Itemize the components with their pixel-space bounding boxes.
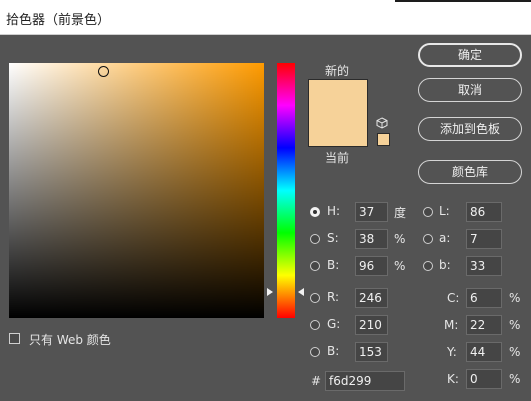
radio-s[interactable] [310, 234, 320, 244]
add-to-swatches-button[interactable]: 添加到色板 [418, 117, 522, 141]
h-unit: 度 [394, 206, 407, 220]
c-unit: % [509, 291, 521, 305]
blue-label: B: [327, 344, 340, 358]
hue-slider[interactable] [277, 63, 295, 318]
radio-blue[interactable] [310, 347, 320, 357]
y-field[interactable]: 44 [466, 342, 502, 362]
title-bar: 拾色器（前景色） [0, 0, 531, 35]
l-label: L: [439, 204, 450, 218]
y-label: Y: [447, 345, 457, 359]
web-safe-swatch[interactable] [377, 133, 390, 146]
cancel-button[interactable]: 取消 [418, 78, 522, 102]
c-field[interactable]: 6 [466, 288, 502, 308]
brightness-field[interactable]: 96 [355, 256, 388, 276]
new-color-label: 新的 [325, 64, 350, 78]
g-label: G: [327, 317, 341, 331]
r-field[interactable]: 246 [355, 288, 388, 308]
window-title: 拾色器（前景色） [6, 13, 111, 28]
c-label: C: [447, 291, 460, 305]
radio-h[interactable] [310, 207, 320, 217]
radio-l[interactable] [423, 207, 433, 217]
radio-r[interactable] [310, 293, 320, 303]
s-unit: % [394, 232, 406, 246]
swatch-frame [308, 79, 368, 147]
m-field[interactable]: 22 [466, 315, 502, 335]
lab-b-field[interactable]: 33 [466, 256, 502, 276]
cube-icon[interactable] [376, 117, 388, 129]
color-field-picker[interactable] [98, 66, 109, 77]
color-field[interactable] [9, 63, 264, 318]
a-field[interactable]: 7 [466, 229, 502, 249]
k-unit: % [509, 372, 521, 386]
hex-label: # [311, 374, 322, 388]
web-colors-only-checkbox[interactable] [9, 333, 20, 344]
radio-g[interactable] [310, 320, 320, 330]
r-label: R: [327, 290, 340, 304]
k-field[interactable]: 0 [466, 369, 502, 389]
b-unit: % [394, 259, 406, 273]
radio-a[interactable] [423, 234, 433, 244]
web-colors-only-label: 只有 Web 颜色 [29, 333, 111, 347]
m-label: M: [444, 318, 459, 332]
k-label: K: [447, 372, 459, 386]
m-unit: % [509, 318, 521, 332]
g-field[interactable]: 210 [355, 315, 388, 335]
y-unit: % [509, 345, 521, 359]
current-color-label: 当前 [325, 151, 350, 165]
s-label: S: [327, 231, 339, 245]
hue-slider-right-arrow-icon[interactable] [298, 288, 304, 296]
lab-b-label: b: [439, 258, 451, 272]
l-field[interactable]: 86 [466, 202, 502, 222]
color-libraries-button[interactable]: 颜色库 [418, 160, 522, 184]
hue-slider-left-arrow-icon[interactable] [267, 288, 273, 296]
radio-b[interactable] [310, 261, 320, 271]
h-field[interactable]: 37 [355, 202, 388, 222]
blue-field[interactable]: 153 [355, 342, 388, 362]
radio-lab-b[interactable] [423, 261, 433, 271]
s-field[interactable]: 38 [355, 229, 388, 249]
title-bar-accent [395, 0, 531, 2]
b-label: B: [327, 258, 340, 272]
a-label: a: [439, 231, 451, 245]
h-label: H: [327, 204, 341, 218]
ok-button[interactable]: 确定 [418, 43, 522, 67]
hex-field[interactable]: f6d299 [325, 371, 405, 391]
